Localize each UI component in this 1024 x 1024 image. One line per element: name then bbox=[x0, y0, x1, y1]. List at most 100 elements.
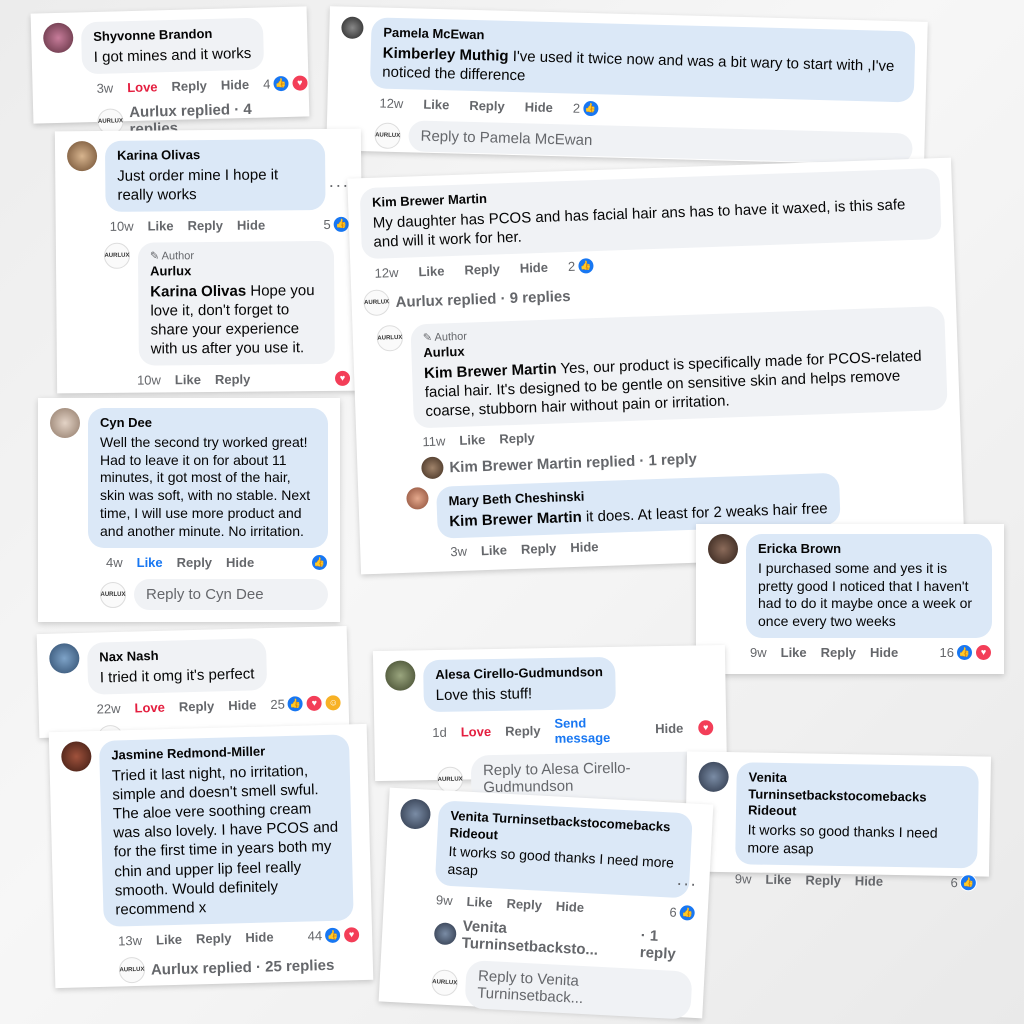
commenter-name[interactable]: Shyvonne Brandon bbox=[93, 25, 251, 46]
love-button[interactable]: Love bbox=[134, 700, 165, 716]
reply-button[interactable]: Reply bbox=[506, 896, 542, 913]
comment-time[interactable]: 3w bbox=[96, 80, 113, 95]
like-button[interactable]: Like bbox=[765, 871, 791, 886]
hide-button[interactable]: Hide bbox=[237, 218, 265, 233]
hide-button[interactable]: Hide bbox=[221, 77, 250, 93]
avatar[interactable] bbox=[48, 642, 80, 674]
reaction-count[interactable]: 6 👍 bbox=[669, 904, 697, 922]
reaction-count[interactable]: 25 👍 ♥ ☺ bbox=[270, 693, 343, 713]
avatar[interactable] bbox=[42, 22, 74, 54]
reply-time[interactable]: 3w bbox=[450, 544, 467, 560]
commenter-name[interactable]: Venita Turninsetbackstocomebacks Rideout bbox=[748, 769, 967, 823]
comment-time[interactable]: 22w bbox=[96, 701, 120, 717]
send-message-button[interactable]: Send message bbox=[554, 714, 641, 746]
reply-time[interactable]: 11w bbox=[422, 434, 445, 450]
reply-input[interactable]: Reply to Pamela McEwan bbox=[408, 120, 913, 165]
love-button[interactable]: Love bbox=[461, 724, 492, 740]
reaction-count[interactable]: 6 👍 bbox=[950, 873, 977, 892]
reaction-count[interactable]: 16 👍 ♥ bbox=[940, 644, 992, 662]
reply-input[interactable]: Reply to Venita Turninsetback... bbox=[464, 960, 693, 1020]
reply-button[interactable]: Reply bbox=[521, 541, 557, 557]
like-button[interactable]: Like bbox=[418, 263, 445, 279]
avatar[interactable] bbox=[708, 534, 738, 564]
hide-button[interactable]: Hide bbox=[226, 555, 254, 570]
mention-link[interactable]: Karina Olivas bbox=[150, 282, 246, 300]
reply-button[interactable]: Reply bbox=[196, 931, 232, 947]
reply-button[interactable]: Reply bbox=[499, 431, 535, 447]
commenter-name[interactable]: Alesa Cirello-Gudmundson bbox=[435, 664, 603, 684]
commenter-name[interactable]: Cyn Dee bbox=[100, 415, 316, 432]
view-replies-link[interactable]: AURLUX Aurlux replied · 25 replies bbox=[118, 951, 362, 984]
hide-button[interactable]: Hide bbox=[870, 645, 898, 660]
reply-button[interactable]: Reply bbox=[821, 645, 856, 660]
avatar[interactable] bbox=[66, 140, 98, 172]
commenter-name[interactable]: Nax Nash bbox=[99, 645, 254, 666]
reaction-count[interactable]: 2 👍 bbox=[573, 99, 600, 118]
comment-time[interactable]: 13w bbox=[118, 933, 142, 949]
author-reply-bubble: ✎ Author Aurlux Karina Olivas Hope you l… bbox=[137, 240, 335, 367]
hide-button[interactable]: Hide bbox=[655, 721, 683, 736]
hide-button[interactable]: Hide bbox=[556, 899, 585, 915]
hide-button[interactable]: Hide bbox=[520, 260, 549, 276]
like-button[interactable]: Like bbox=[147, 218, 173, 233]
comment-time[interactable]: 9w bbox=[436, 892, 453, 908]
like-button[interactable]: Like bbox=[156, 932, 182, 948]
like-button[interactable]: Like bbox=[481, 542, 508, 558]
hide-button[interactable]: Hide bbox=[570, 539, 599, 555]
commenter-name[interactable]: Ericka Brown bbox=[758, 541, 980, 558]
like-button[interactable]: Like bbox=[423, 97, 449, 113]
reaction-count[interactable]: ♥ bbox=[697, 719, 715, 737]
hide-button[interactable]: Hide bbox=[228, 697, 257, 713]
avatar[interactable] bbox=[341, 16, 364, 40]
more-dots-icon[interactable]: ··· bbox=[676, 873, 698, 895]
thumbs-up-icon: 👍 bbox=[272, 74, 290, 93]
love-button[interactable]: Love bbox=[127, 79, 158, 95]
reply-input[interactable]: Reply to Cyn Dee bbox=[134, 579, 328, 611]
avatar[interactable] bbox=[406, 487, 429, 511]
reaction-count[interactable]: 44 👍 ♥ bbox=[307, 926, 361, 945]
reaction-count[interactable]: ♥ bbox=[333, 370, 352, 388]
avatar[interactable] bbox=[50, 408, 80, 438]
hide-button[interactable]: Hide bbox=[245, 930, 274, 946]
reply-button[interactable]: Reply bbox=[805, 872, 841, 888]
reply-button[interactable]: Reply bbox=[177, 555, 212, 570]
reply-button[interactable]: Reply bbox=[469, 98, 505, 114]
author-name[interactable]: Aurlux bbox=[150, 262, 322, 280]
reaction-count[interactable]: 4 👍 ♥ bbox=[263, 74, 309, 93]
reply-button[interactable]: Reply bbox=[179, 698, 215, 714]
comment-time[interactable]: 9w bbox=[750, 645, 767, 660]
commenter-name[interactable]: Jasmine Redmond-Miller bbox=[111, 742, 337, 765]
reply-button[interactable]: Reply bbox=[171, 78, 207, 94]
hide-button[interactable]: Hide bbox=[855, 873, 883, 888]
reaction-count[interactable]: 5 👍 bbox=[323, 215, 350, 233]
reply-button[interactable]: Reply bbox=[464, 261, 500, 277]
heart-icon: ♥ bbox=[975, 644, 992, 662]
reply-button[interactable]: Reply bbox=[505, 723, 541, 739]
like-button[interactable]: Like bbox=[459, 432, 486, 448]
comment-time[interactable]: 12w bbox=[374, 265, 398, 281]
comment-time[interactable]: 1d bbox=[432, 725, 447, 740]
reaction-count[interactable]: 2 👍 bbox=[568, 257, 595, 275]
comment-time[interactable]: 4w bbox=[106, 555, 123, 570]
comment-time[interactable]: 9w bbox=[735, 871, 752, 886]
avatar[interactable] bbox=[60, 741, 92, 772]
reply-button[interactable]: Reply bbox=[215, 372, 251, 387]
like-button[interactable]: Like bbox=[466, 894, 493, 910]
reply-button[interactable]: Reply bbox=[188, 218, 224, 233]
like-button[interactable]: Like bbox=[175, 373, 201, 388]
comment-time[interactable]: 12w bbox=[379, 96, 403, 112]
avatar[interactable] bbox=[698, 761, 729, 793]
avatar[interactable] bbox=[385, 660, 416, 691]
hide-button[interactable]: Hide bbox=[525, 99, 554, 115]
mention-link[interactable]: Kimberley Muthig bbox=[383, 44, 509, 64]
view-nested-replies-link[interactable]: Venita Turninsetbacksto... · 1 reply bbox=[433, 916, 694, 964]
like-button[interactable]: Like bbox=[137, 555, 163, 570]
reaction-count[interactable]: 👍 bbox=[311, 554, 328, 572]
avatar[interactable] bbox=[399, 798, 432, 830]
mention-link[interactable]: Kim Brewer Martin bbox=[424, 360, 557, 382]
like-button[interactable]: Like bbox=[781, 645, 807, 660]
commenter-name[interactable]: Karina Olivas bbox=[117, 146, 313, 164]
mention-link[interactable]: Kim Brewer Martin bbox=[449, 509, 582, 531]
reply-time[interactable]: 10w bbox=[137, 373, 161, 388]
comment-time[interactable]: 10w bbox=[110, 219, 134, 234]
